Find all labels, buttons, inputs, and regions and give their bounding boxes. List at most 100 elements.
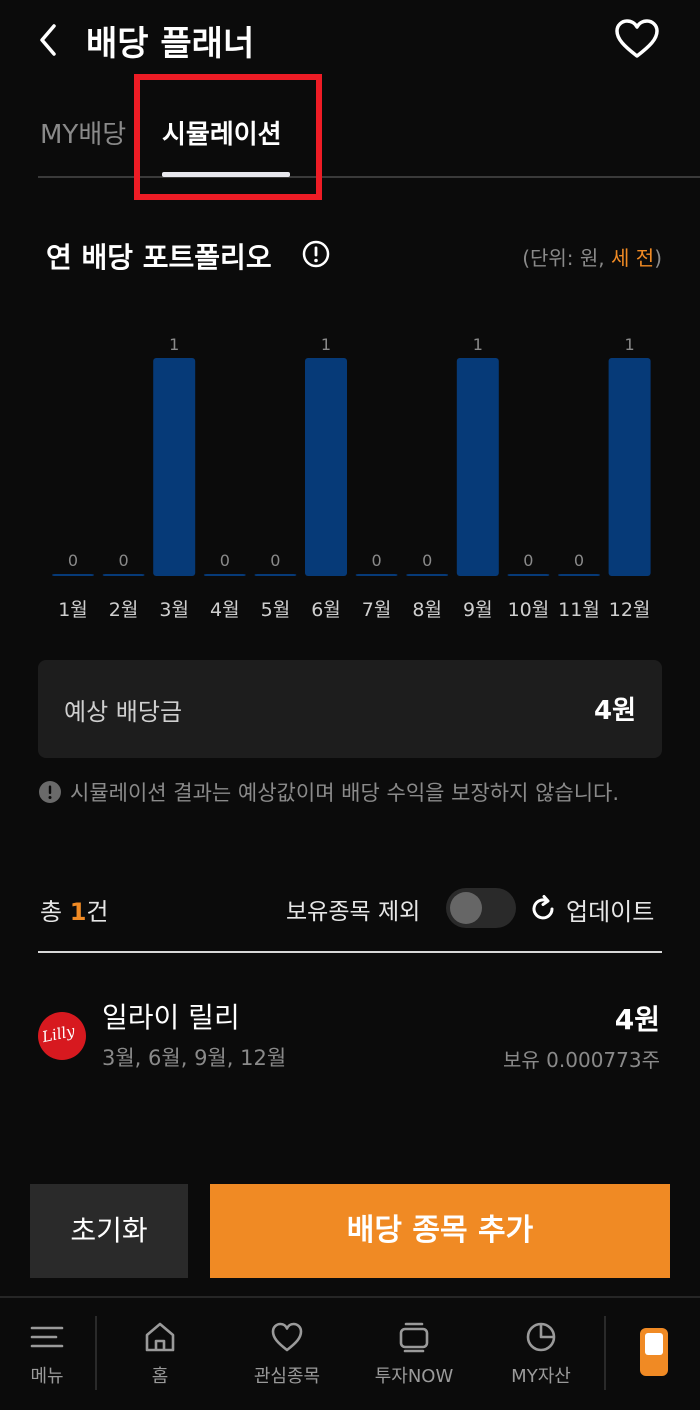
expected-dividend-value: 4원 bbox=[593, 696, 636, 726]
nav-my-assets-label: MY자산 bbox=[511, 1366, 571, 1387]
nav-invest-now-label: 투자NOW bbox=[374, 1366, 454, 1387]
chart-tick-label: 4월 bbox=[210, 599, 240, 621]
hamburger-menu-icon bbox=[30, 1326, 64, 1348]
chart-tick-label: 5월 bbox=[261, 599, 291, 621]
nav-watchlist-label: 관심종목 bbox=[253, 1366, 321, 1387]
header: 배당 플래너 bbox=[0, 0, 700, 80]
chart-data-label: 1 bbox=[625, 335, 635, 354]
refresh-icon bbox=[532, 895, 554, 920]
total-suffix: 건 bbox=[86, 898, 109, 926]
chart-data-label: 0 bbox=[270, 551, 280, 570]
nav-separator bbox=[95, 1316, 97, 1390]
info-icon[interactable] bbox=[302, 240, 330, 268]
disclaimer-text: 시뮬레이션 결과는 예상값이며 배당 수익을 보장하지 않습니다. bbox=[70, 781, 620, 805]
unit-note: (단위: 원, 세 전) bbox=[522, 242, 662, 271]
chart-bar bbox=[305, 358, 347, 576]
chevron-left-icon bbox=[40, 24, 56, 56]
chart-data-label: 1 bbox=[321, 335, 331, 354]
nav-menu-label: 메뉴 bbox=[30, 1366, 64, 1387]
chart-tick-label: 7월 bbox=[362, 599, 392, 621]
chart-data-label: 0 bbox=[574, 551, 584, 570]
chart-tick-label: 11월 bbox=[558, 599, 600, 621]
stock-name: 일라이 릴리 bbox=[102, 1001, 240, 1034]
chart-tick-label: 8월 bbox=[412, 599, 442, 621]
chart-bar bbox=[102, 574, 145, 576]
warning-circle-icon bbox=[39, 781, 61, 803]
section-title: 연 배당 포트폴리오 bbox=[46, 241, 272, 274]
highlight-box bbox=[134, 74, 322, 200]
chart-bar bbox=[507, 574, 550, 576]
reset-button[interactable]: 초기화 bbox=[30, 1184, 188, 1278]
page-title: 배당 플래너 bbox=[86, 24, 255, 64]
chart-tick-label: 1월 bbox=[58, 599, 88, 621]
chart-bar bbox=[608, 358, 651, 576]
heart-icon bbox=[271, 1322, 303, 1352]
nav-home-label: 홈 bbox=[151, 1366, 169, 1387]
list-divider bbox=[38, 951, 662, 953]
chart-data-label: 0 bbox=[220, 551, 230, 570]
chart-bar bbox=[355, 574, 398, 576]
nav-invest-now[interactable]: 투자NOW bbox=[352, 1298, 476, 1410]
exclude-holdings-toggle[interactable] bbox=[446, 888, 516, 928]
chart-bar bbox=[203, 574, 246, 576]
chart-tick-label: 9월 bbox=[463, 599, 493, 621]
stock-logo: Lilly bbox=[38, 1012, 86, 1060]
chart-tick-label: 12월 bbox=[609, 599, 651, 621]
chart-bar bbox=[254, 574, 297, 576]
tv-icon bbox=[399, 1322, 429, 1353]
favorite-button[interactable] bbox=[614, 18, 660, 60]
unit-prefix: (단위: 원, bbox=[522, 246, 612, 270]
stock-holding: 보유 0.000773주 bbox=[503, 1048, 660, 1072]
unit-suffix: ) bbox=[654, 246, 662, 270]
dividend-bar-chart: 0 1월 0 2월 1 3월 0 4월 0 5월 1 6월 0 7월 0 8월 1 9월 0 10월 0 11월 1 12월 bbox=[52, 335, 651, 621]
chart-bar bbox=[558, 574, 600, 576]
pie-chart-icon bbox=[526, 1322, 556, 1352]
chart-bar bbox=[456, 358, 499, 576]
chart-data-label: 0 bbox=[119, 551, 129, 570]
chart-data-label: 0 bbox=[68, 551, 78, 570]
unit-pretax: 세 전 bbox=[611, 246, 655, 270]
expected-dividend-label: 예상 배당금 bbox=[64, 698, 183, 726]
nav-separator bbox=[604, 1316, 606, 1390]
stock-logo-text: Lilly bbox=[40, 1021, 77, 1047]
add-dividend-stock-button[interactable]: 배당 종목 추가 bbox=[210, 1184, 670, 1278]
home-icon bbox=[145, 1322, 175, 1352]
chart-bar bbox=[153, 358, 196, 576]
chart-data-label: 1 bbox=[169, 335, 179, 354]
chart-tick-label: 10월 bbox=[508, 599, 550, 621]
list-header: 총 1건 보유종목 제외 업데이트 bbox=[38, 880, 662, 934]
exclamation-circle-icon bbox=[302, 240, 330, 268]
heart-icon bbox=[615, 19, 659, 58]
toggle-knob bbox=[450, 892, 482, 924]
chart-data-label: 0 bbox=[523, 551, 533, 570]
total-count-number: 1 bbox=[69, 898, 87, 926]
update-label: 업데이트 bbox=[566, 898, 655, 926]
stock-dividend-months: 3월, 6월, 9월, 12월 bbox=[102, 1046, 287, 1070]
chart-tick-label: 2월 bbox=[109, 599, 139, 621]
stock-dividend-amount: 4원 bbox=[614, 1003, 660, 1036]
dividend-chart: 0 1월 0 2월 1 3월 0 4월 0 5월 1 6월 0 7월 0 8월 1 9월 0 10월 0 11월 1 12월 bbox=[30, 320, 670, 630]
nav-watchlist[interactable]: 관심종목 bbox=[225, 1298, 349, 1410]
bottom-nav: 메뉴 홈 관심종목 투자NOW MY자산 bbox=[0, 1296, 700, 1410]
section-header: 연 배당 포트폴리오 (단위: 원, 세 전) bbox=[44, 234, 664, 278]
chart-data-label: 0 bbox=[372, 551, 382, 570]
total-count: 총 1건 bbox=[40, 892, 109, 927]
back-button[interactable] bbox=[34, 22, 64, 58]
chart-tick-label: 3월 bbox=[159, 599, 189, 621]
chart-data-label: 0 bbox=[422, 551, 432, 570]
nav-my-assets[interactable]: MY자산 bbox=[480, 1298, 602, 1410]
stock-row[interactable]: Lilly 일라이 릴리 3월, 6월, 9월, 12월 4원 보유 0.000… bbox=[38, 990, 662, 1082]
tab-my-dividend[interactable]: MY배당 bbox=[40, 114, 126, 151]
nav-menu[interactable]: 메뉴 bbox=[0, 1298, 94, 1410]
chart-tick-label: 6월 bbox=[311, 599, 341, 621]
expected-dividend-card: 예상 배당금 4원 bbox=[38, 660, 662, 758]
nav-home[interactable]: 홈 bbox=[100, 1298, 220, 1410]
chart-bar bbox=[406, 574, 449, 576]
chart-bar bbox=[52, 574, 94, 576]
update-button[interactable]: 업데이트 bbox=[528, 888, 662, 928]
chat-button[interactable] bbox=[640, 1328, 668, 1376]
exclude-holdings-label: 보유종목 제외 bbox=[286, 899, 421, 925]
chart-data-label: 1 bbox=[473, 335, 483, 354]
total-prefix: 총 bbox=[40, 898, 70, 926]
chat-icon bbox=[645, 1333, 663, 1355]
